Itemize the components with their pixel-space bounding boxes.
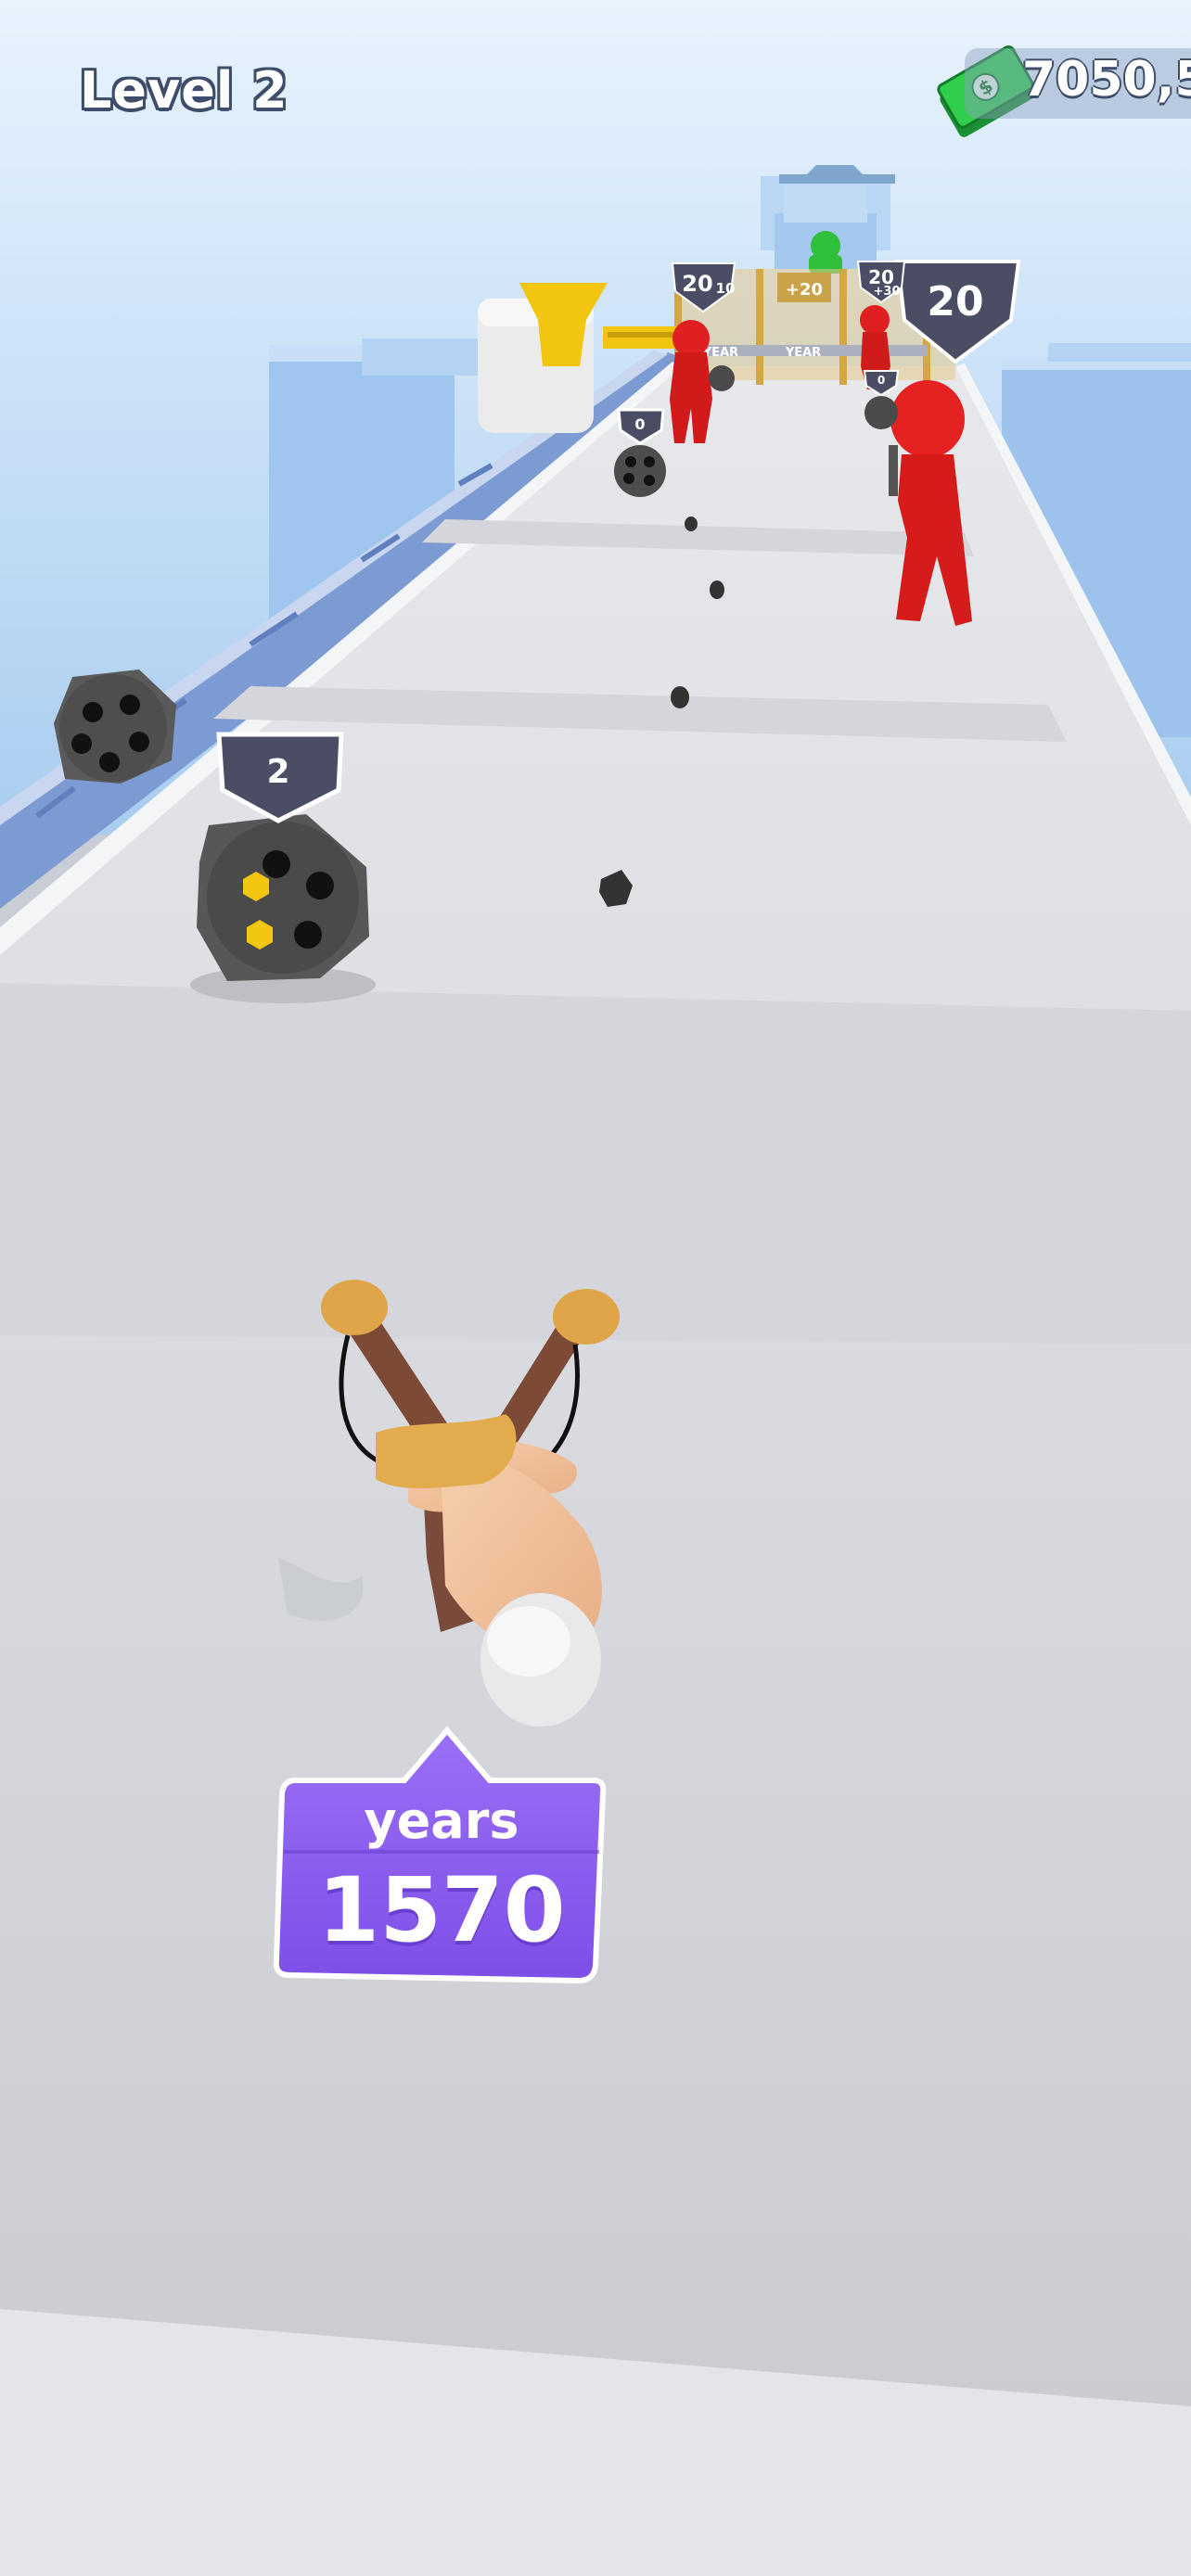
svg-text:2: 2: [266, 753, 289, 791]
svg-text:20: 20: [682, 271, 712, 297]
years-value: 1570: [317, 1858, 566, 1962]
svg-text:0: 0: [634, 415, 645, 433]
svg-text:0: 0: [877, 374, 885, 387]
level-label: Level 2: [80, 61, 288, 120]
game-scene: +20 YEAR YEAR 20 20 10 20 +30 0 0 2 $: [0, 0, 1191, 2576]
years-label: years: [364, 1792, 519, 1850]
gate-year-label-2: YEAR: [785, 346, 821, 360]
svg-text:20: 20: [927, 278, 983, 325]
cash-amount: 7050,5: [1022, 52, 1191, 108]
revolver-cylinder-mid: 0: [614, 408, 666, 497]
years-panel: years 1570: [275, 1727, 608, 1986]
svg-text:10: 10: [716, 280, 736, 297]
svg-text:+30: +30: [874, 285, 901, 299]
gate-year-label-1: YEAR: [702, 346, 738, 360]
gate-plus-value: +20: [786, 280, 823, 300]
